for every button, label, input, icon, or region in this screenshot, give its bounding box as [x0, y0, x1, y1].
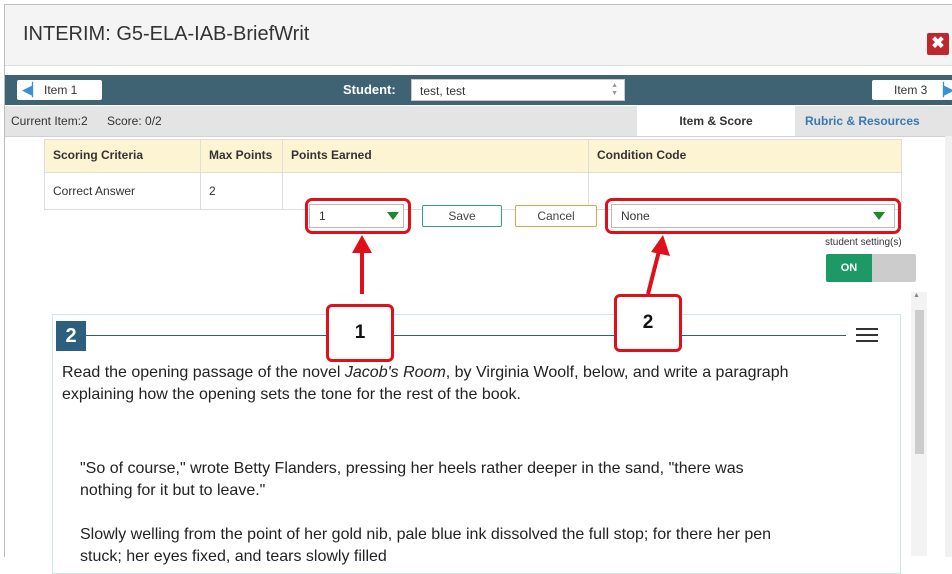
- callout-number-1: 1: [326, 304, 394, 362]
- prev-item-label: Item 1: [44, 83, 78, 97]
- item-nav-bar: ◀▏ Item 1 Student: test, test ▲ ▼ Item 3 …: [5, 75, 952, 105]
- info-bar: Current Item:2 Score: 0/2 Item & Score R…: [5, 106, 952, 137]
- next-item-label: Item 3: [894, 83, 928, 97]
- callout-number-2: 2: [614, 294, 682, 352]
- save-button[interactable]: Save: [422, 205, 502, 227]
- prompt-text-start: Read the opening passage of the novel: [62, 364, 345, 381]
- item-prompt: Read the opening passage of the novel Ja…: [62, 362, 852, 406]
- cell-criteria: Correct Answer: [44, 172, 201, 210]
- passage-quote-1: "So of course," wrote Betty Flanders, pr…: [80, 460, 744, 499]
- hamburger-menu-icon[interactable]: [856, 328, 878, 344]
- toggle-on-label: ON: [826, 254, 872, 282]
- current-item-text: Current Item:2: [11, 114, 88, 128]
- next-item-button[interactable]: Item 3 ▕▶: [872, 80, 952, 100]
- student-label: Student:: [343, 82, 396, 97]
- table-header-row: Scoring Criteria Max Points Points Earne…: [44, 139, 902, 173]
- score-text: Score: 0/2: [107, 114, 162, 128]
- callout-highlight-condition: [605, 198, 901, 234]
- close-button[interactable]: ✖: [927, 33, 949, 55]
- passage-scroll-thumb[interactable]: [915, 310, 924, 454]
- prompt-book-title: Jacob's Room: [344, 364, 446, 381]
- header-condition-code: Condition Code: [588, 139, 902, 173]
- cancel-button[interactable]: Cancel: [515, 205, 597, 227]
- outer-scrollbar[interactable]: [945, 136, 952, 557]
- scroll-up-icon[interactable]: ▲: [913, 292, 920, 299]
- title-bar: INTERIM: G5-ELA-IAB-BriefWrit: [5, 5, 952, 66]
- student-setting-toggle[interactable]: ON: [826, 254, 916, 282]
- student-select[interactable]: test, test ▲ ▼: [411, 79, 625, 101]
- callout-highlight-points: [305, 198, 411, 234]
- tab-item-score[interactable]: Item & Score: [637, 106, 795, 136]
- cell-max-points: 2: [200, 172, 283, 210]
- spinner-icon: ▲ ▼: [611, 82, 618, 97]
- item-header-rule: [86, 335, 846, 336]
- next-arrow-icon: ▕▶: [934, 82, 952, 97]
- student-value: test, test: [420, 84, 466, 98]
- prev-arrow-icon: ◀▏: [22, 82, 42, 97]
- tab-rubric-resources[interactable]: Rubric & Resources: [795, 106, 952, 136]
- header-max-points: Max Points: [200, 139, 283, 173]
- passage-quote-2: Slowly welling from the point of her gol…: [80, 526, 772, 565]
- item-number-badge: 2: [56, 321, 86, 351]
- header-scoring-criteria: Scoring Criteria: [44, 139, 201, 173]
- window-title: INTERIM: G5-ELA-IAB-BriefWrit: [23, 23, 310, 45]
- prev-item-button[interactable]: ◀▏ Item 1: [17, 80, 102, 100]
- student-setting-label: student setting(s): [825, 237, 902, 248]
- header-points-earned: Points Earned: [282, 139, 589, 173]
- toggle-off-part: [872, 254, 916, 282]
